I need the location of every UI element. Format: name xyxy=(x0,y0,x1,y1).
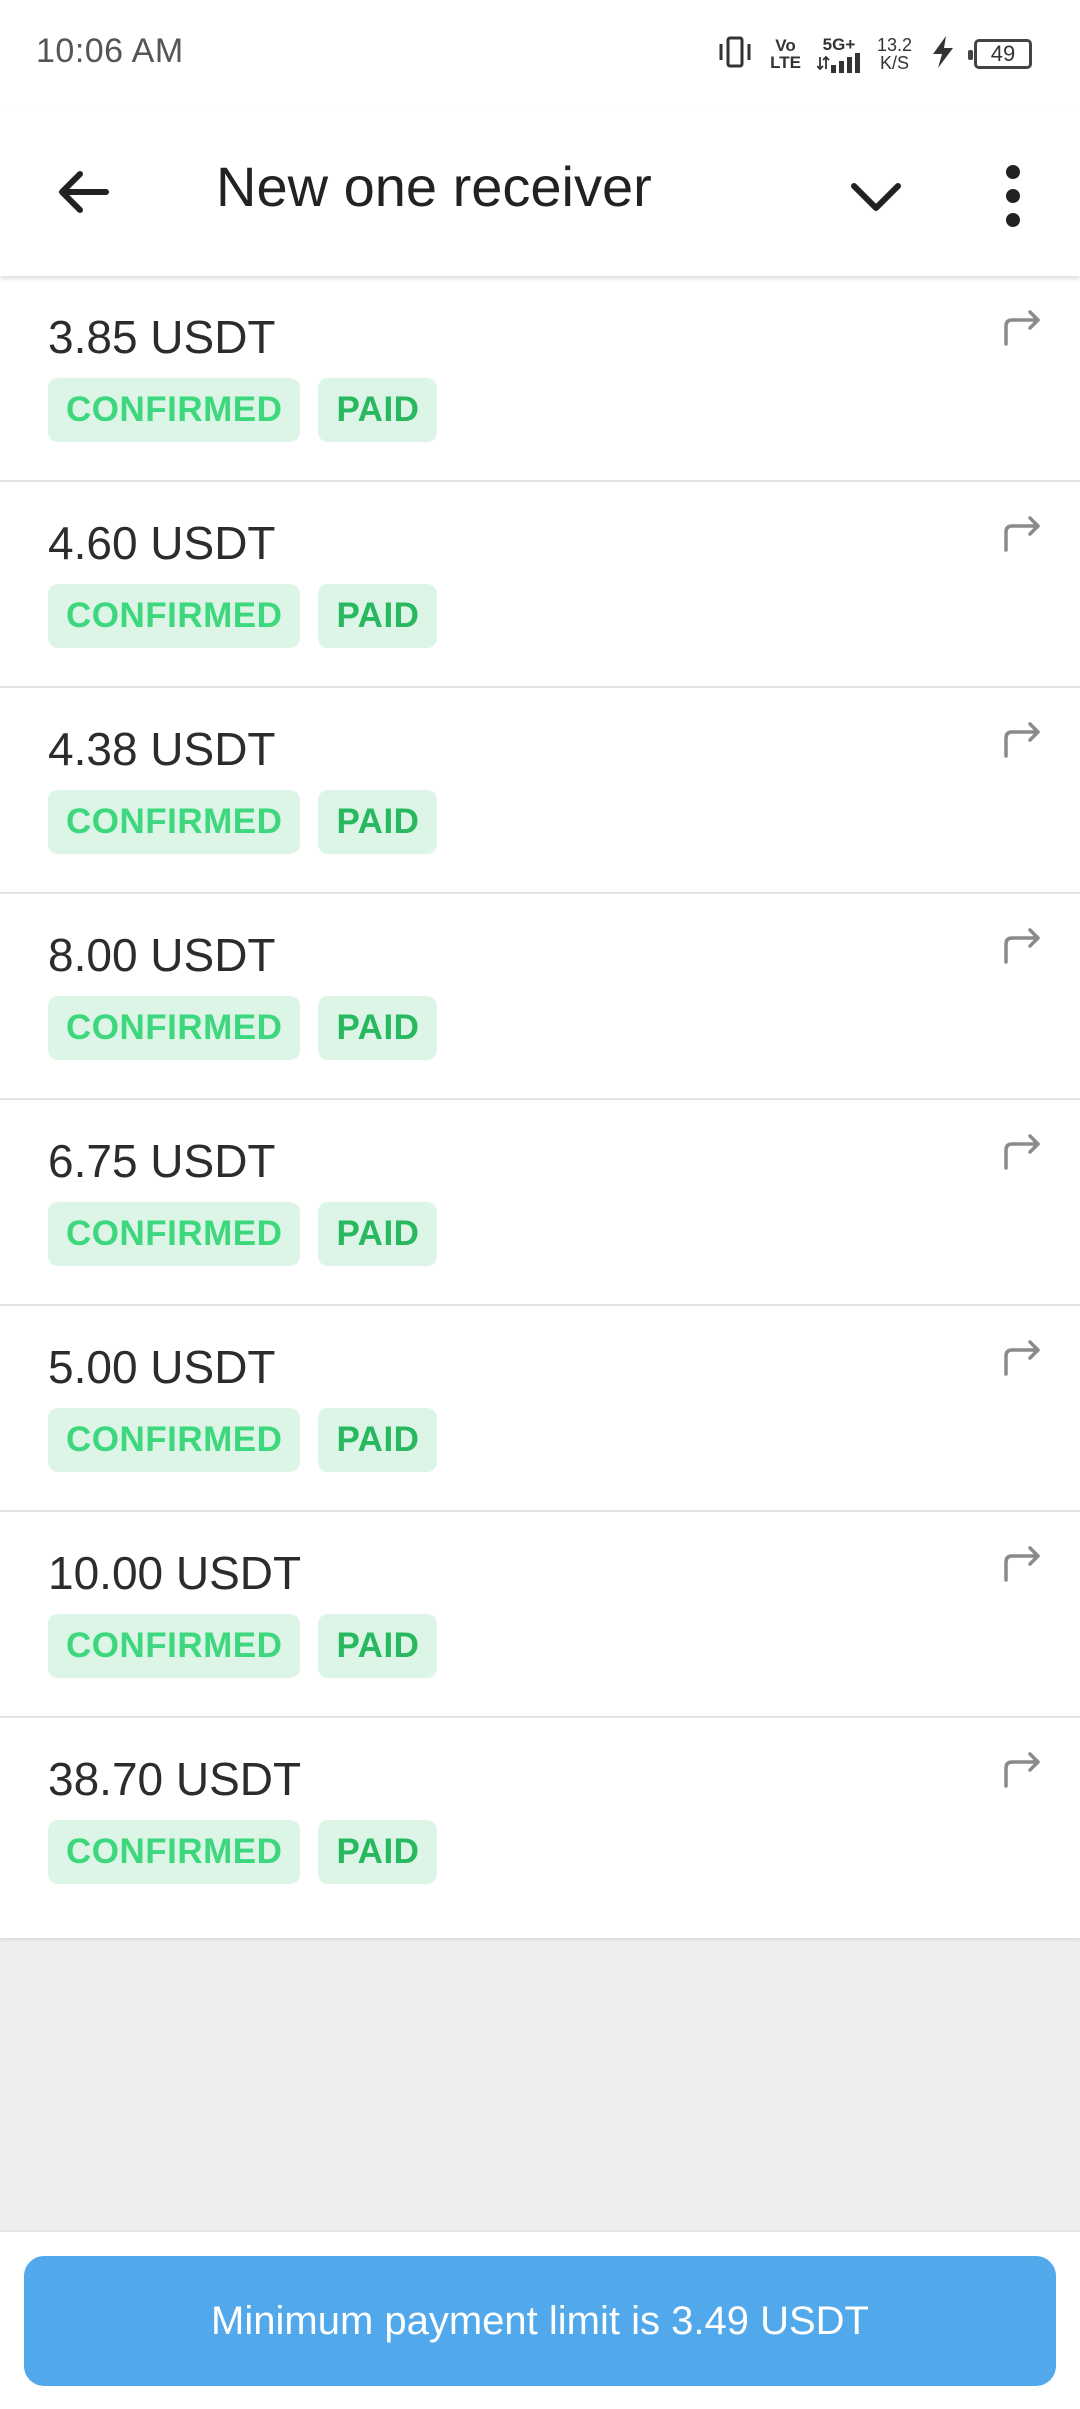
transaction-row[interactable]: 10.00 USDT CONFIRMED PAID xyxy=(0,1512,1080,1718)
network-icon: 5G+ xyxy=(816,34,861,73)
share-arrow-icon[interactable] xyxy=(1000,1748,1044,1788)
share-arrow-icon[interactable] xyxy=(1000,306,1044,346)
transaction-amount: 3.85 USDT xyxy=(48,311,276,363)
paid-badge: PAID xyxy=(318,378,438,442)
vibrate-icon xyxy=(716,34,754,75)
status-time: 10:06 AM xyxy=(36,32,184,70)
status-badges: CONFIRMED PAID xyxy=(48,1614,438,1678)
share-arrow-icon[interactable] xyxy=(1000,924,1044,964)
transaction-amount: 5.00 USDT xyxy=(48,1341,276,1393)
battery-level: 49 xyxy=(990,41,1016,66)
transaction-amount: 4.60 USDT xyxy=(48,517,276,569)
transaction-row[interactable]: 6.75 USDT CONFIRMED PAID xyxy=(0,1100,1080,1306)
status-badges: CONFIRMED PAID xyxy=(48,996,438,1060)
confirmed-badge: CONFIRMED xyxy=(48,1408,301,1472)
confirmed-badge: CONFIRMED xyxy=(48,1614,301,1678)
share-arrow-icon[interactable] xyxy=(1000,512,1044,552)
confirmed-badge: CONFIRMED xyxy=(48,1820,301,1884)
transaction-amount: 8.00 USDT xyxy=(48,929,276,981)
charging-icon xyxy=(928,34,958,75)
minimum-payment-button[interactable]: Minimum payment limit is 3.49 USDT xyxy=(24,2256,1056,2386)
confirmed-badge: CONFIRMED xyxy=(48,790,301,854)
net-speed-value: 13.2 xyxy=(876,35,912,55)
transaction-row[interactable]: 3.85 USDT CONFIRMED PAID xyxy=(0,276,1080,482)
transaction-amount: 6.75 USDT xyxy=(48,1135,276,1187)
transaction-row[interactable]: 38.70 USDT CONFIRMED PAID xyxy=(0,1718,1080,1938)
paid-badge: PAID xyxy=(318,1202,438,1266)
transaction-amount: 38.70 USDT xyxy=(48,1753,302,1805)
paid-badge: PAID xyxy=(318,1820,438,1884)
status-badges: CONFIRMED PAID xyxy=(48,1408,438,1472)
app-bar: New one receiver xyxy=(0,108,1080,276)
net-speed: 13.2 K/S xyxy=(877,36,912,72)
confirmed-badge: CONFIRMED xyxy=(48,996,301,1060)
more-vert-icon xyxy=(1006,165,1020,227)
status-bar: 10:06 AM Vo LTE 5G+ 13.2 K/S 49 xyxy=(0,0,1080,108)
bottom-bar: Minimum payment limit is 3.49 USDT xyxy=(0,2230,1080,2409)
paid-badge: PAID xyxy=(318,1408,438,1472)
transaction-row[interactable]: 8.00 USDT CONFIRMED PAID xyxy=(0,894,1080,1100)
status-badges: CONFIRMED PAID xyxy=(48,1820,438,1884)
arrow-left-icon xyxy=(59,171,109,213)
transaction-row[interactable]: 4.60 USDT CONFIRMED PAID xyxy=(0,482,1080,688)
status-badges: CONFIRMED PAID xyxy=(48,584,438,648)
paid-badge: PAID xyxy=(318,996,438,1060)
status-badges: CONFIRMED PAID xyxy=(48,1202,438,1266)
dropdown-button[interactable] xyxy=(840,160,912,232)
back-button[interactable] xyxy=(48,158,120,230)
page-title: New one receiver xyxy=(216,155,652,218)
transaction-row[interactable]: 4.38 USDT CONFIRMED PAID xyxy=(0,688,1080,894)
battery-icon: 49 xyxy=(968,39,1032,69)
status-badges: CONFIRMED PAID xyxy=(48,790,438,854)
paid-badge: PAID xyxy=(318,790,438,854)
volte-bottom: LTE xyxy=(770,53,801,72)
paid-badge: PAID xyxy=(318,1614,438,1678)
more-options-button[interactable] xyxy=(978,160,1048,232)
confirmed-badge: CONFIRMED xyxy=(48,584,301,648)
share-arrow-icon[interactable] xyxy=(1000,718,1044,758)
share-arrow-icon[interactable] xyxy=(1000,1336,1044,1376)
paid-badge: PAID xyxy=(318,584,438,648)
network-type: 5G+ xyxy=(822,34,856,54)
transaction-list: 3.85 USDT CONFIRMED PAID 4.60 USDT CONFI… xyxy=(0,276,1080,1938)
share-arrow-icon[interactable] xyxy=(1000,1130,1044,1170)
chevron-down-icon xyxy=(851,183,901,211)
transaction-amount: 10.00 USDT xyxy=(48,1547,302,1599)
net-speed-unit: K/S xyxy=(879,53,909,73)
volte-icon: Vo LTE xyxy=(770,37,801,71)
transaction-amount: 4.38 USDT xyxy=(48,723,276,775)
transaction-row[interactable]: 5.00 USDT CONFIRMED PAID xyxy=(0,1306,1080,1512)
status-badges: CONFIRMED PAID xyxy=(48,378,438,442)
confirmed-badge: CONFIRMED xyxy=(48,1202,301,1266)
status-icons: Vo LTE 5G+ 13.2 K/S 49 xyxy=(716,30,1032,78)
share-arrow-icon[interactable] xyxy=(1000,1542,1044,1582)
confirmed-badge: CONFIRMED xyxy=(48,378,301,442)
signal-bars-icon xyxy=(816,52,860,73)
volte-top: Vo xyxy=(775,36,796,55)
